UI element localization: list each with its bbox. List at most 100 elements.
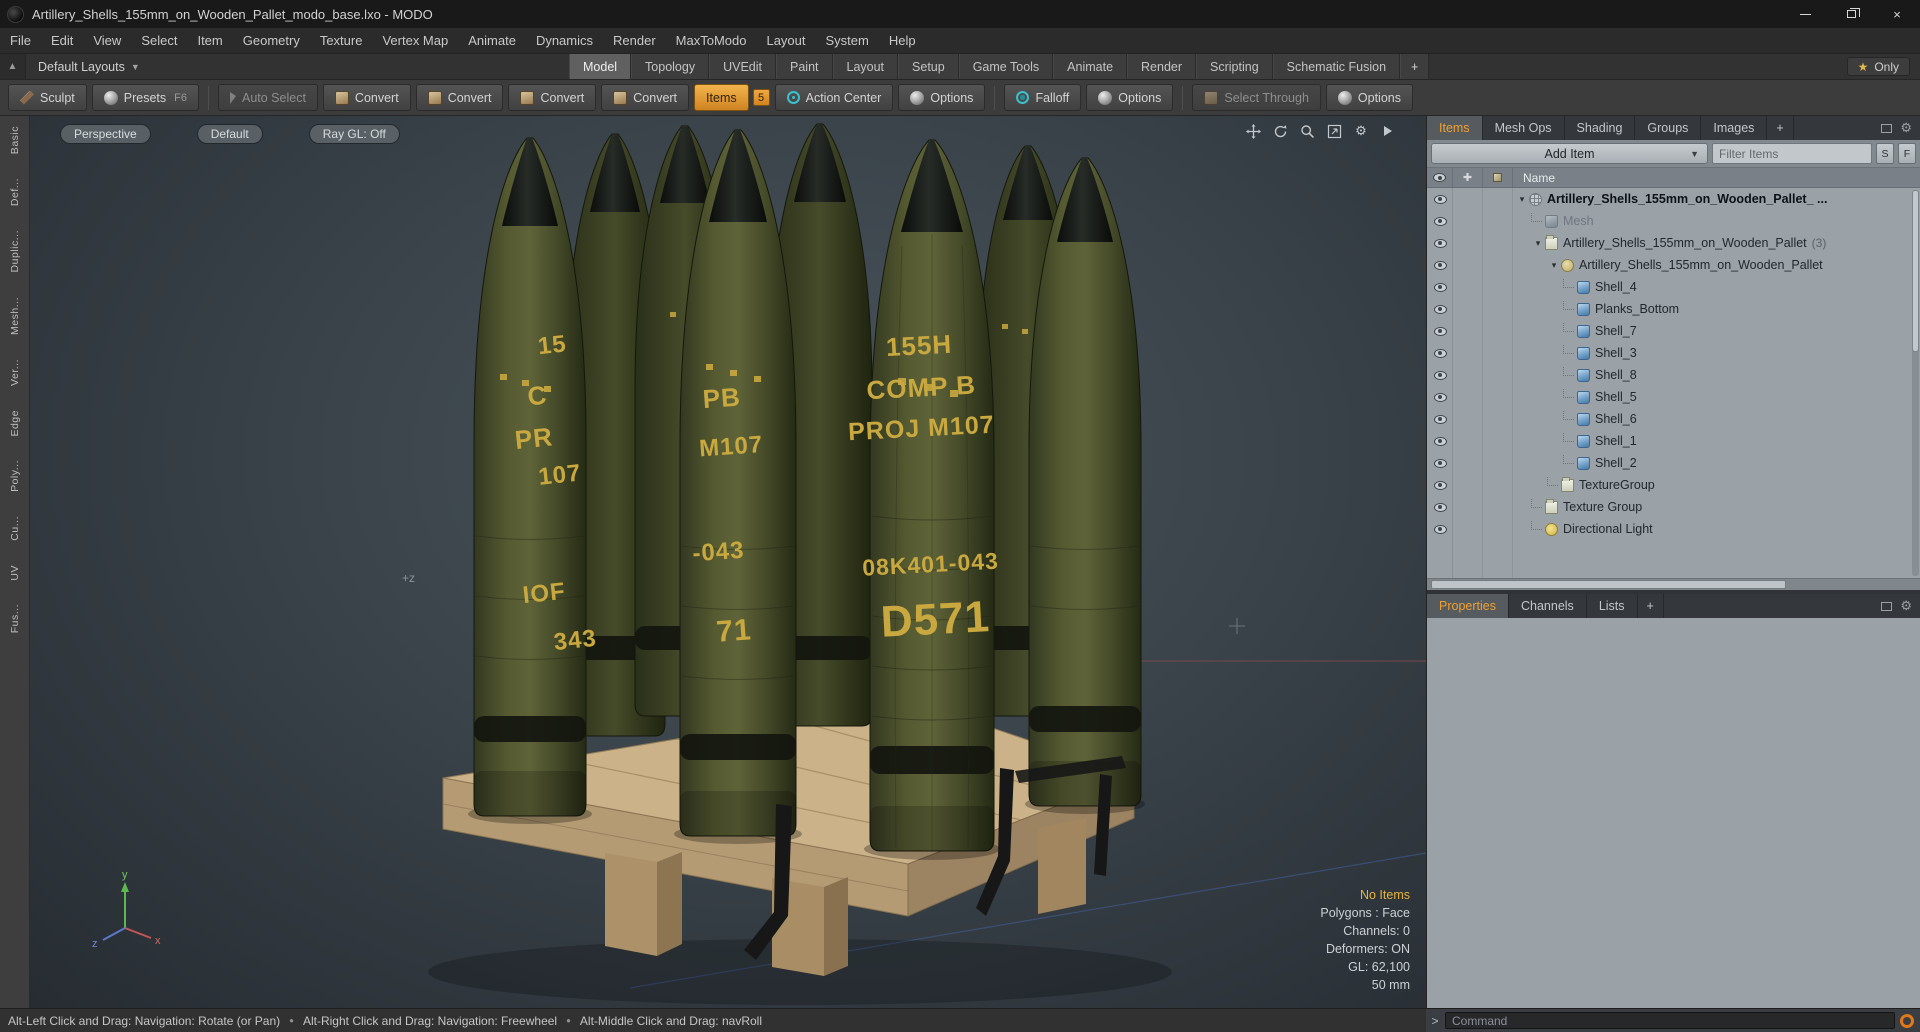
frame-icon[interactable]: [1881, 601, 1893, 611]
action-center-button[interactable]: Action Center: [774, 84, 894, 111]
visibility-eye-icon[interactable]: [1427, 496, 1453, 518]
add-layout-tab-button[interactable]: +: [1400, 54, 1430, 79]
side-tab-duplicate[interactable]: Duplic...: [9, 230, 21, 272]
tab-model[interactable]: Model: [569, 54, 632, 79]
expander-icon[interactable]: ▾: [1531, 238, 1545, 249]
scrollbar-thumb[interactable]: [1912, 190, 1919, 353]
restore-button[interactable]: [1828, 0, 1874, 28]
tab-setup[interactable]: Setup: [898, 54, 959, 79]
tree-row[interactable]: Shell_4: [1427, 276, 1920, 298]
menu-render[interactable]: Render: [603, 33, 666, 48]
visibility-eye-icon[interactable]: [1427, 188, 1453, 210]
menu-select[interactable]: Select: [131, 33, 187, 48]
tab-paint[interactable]: Paint: [776, 54, 833, 79]
visibility-eye-icon[interactable]: [1427, 386, 1453, 408]
name-column-header[interactable]: Name: [1523, 171, 1555, 185]
side-tab-curve[interactable]: Cu...: [9, 516, 21, 541]
tab-render[interactable]: Render: [1127, 54, 1197, 79]
expander-icon[interactable]: ▾: [1547, 260, 1561, 271]
tree-row[interactable]: Shell_6: [1427, 408, 1920, 430]
side-tab-polygon[interactable]: Poly...: [9, 460, 21, 492]
tab-channels[interactable]: Channels: [1509, 594, 1587, 618]
tab-shading[interactable]: Shading: [1565, 116, 1636, 140]
menu-texture[interactable]: Texture: [310, 33, 373, 48]
gear-icon[interactable]: ⚙: [1353, 123, 1369, 139]
filter-s-button[interactable]: S: [1876, 143, 1894, 164]
visibility-eye-icon[interactable]: [1427, 342, 1453, 364]
maximize-icon[interactable]: [1326, 123, 1342, 139]
command-pie-icon[interactable]: [1900, 1013, 1914, 1028]
tree-row[interactable]: Shell_8: [1427, 364, 1920, 386]
tab-lists[interactable]: Lists: [1587, 594, 1638, 618]
tree-row[interactable]: Shell_3: [1427, 342, 1920, 364]
menu-view[interactable]: View: [83, 33, 131, 48]
scrollbar-thumb[interactable]: [1431, 580, 1786, 589]
visibility-eye-icon[interactable]: [1427, 364, 1453, 386]
visibility-eye-icon[interactable]: [1427, 452, 1453, 474]
visibility-eye-icon[interactable]: [1427, 298, 1453, 320]
auto-select-button[interactable]: Auto Select: [217, 84, 318, 111]
command-input[interactable]: [1445, 1012, 1895, 1029]
tree-row[interactable]: ▾ Artillery_Shells_155mm_on_Wooden_Palle…: [1427, 254, 1920, 276]
tab-mesh-ops[interactable]: Mesh Ops: [1483, 116, 1565, 140]
side-tab-deform[interactable]: Def...: [9, 178, 21, 206]
tab-uvedit[interactable]: UVEdit: [709, 54, 776, 79]
menu-help[interactable]: Help: [879, 33, 926, 48]
tree-row[interactable]: Shell_5: [1427, 386, 1920, 408]
menu-vertex-map[interactable]: Vertex Map: [372, 33, 458, 48]
default-layouts-dropdown[interactable]: Default Layouts ▼: [26, 54, 152, 79]
select-through-button[interactable]: Select Through: [1192, 84, 1321, 111]
tab-schematic-fusion[interactable]: Schematic Fusion: [1272, 54, 1401, 79]
falloff-options-button[interactable]: Options: [1086, 84, 1174, 111]
add-panel-tab-button[interactable]: +: [1638, 594, 1664, 618]
zoom-icon[interactable]: [1299, 123, 1315, 139]
tree-row[interactable]: TextureGroup: [1427, 474, 1920, 496]
tree-row[interactable]: ▾ Artillery_Shells_155mm_on_Wooden_Palle…: [1427, 232, 1920, 254]
view-type-button[interactable]: Perspective: [60, 124, 151, 144]
add-panel-tab-button[interactable]: +: [1767, 116, 1794, 140]
visibility-eye-icon[interactable]: [1427, 254, 1453, 276]
falloff-button[interactable]: Falloff: [1004, 84, 1082, 111]
items-mode-button[interactable]: Items: [694, 84, 749, 111]
side-tab-vertex[interactable]: Ver...: [9, 359, 21, 386]
action-center-options-button[interactable]: Options: [898, 84, 986, 111]
select-through-options-button[interactable]: Options: [1325, 84, 1413, 111]
menu-file[interactable]: File: [0, 33, 41, 48]
pan-icon[interactable]: [1245, 123, 1261, 139]
tab-topology[interactable]: Topology: [631, 54, 710, 79]
tree-row[interactable]: Planks_Bottom: [1427, 298, 1920, 320]
tree-row[interactable]: Shell_7: [1427, 320, 1920, 342]
visibility-eye-icon[interactable]: [1427, 518, 1453, 540]
only-toggle[interactable]: ★ Only: [1846, 57, 1911, 76]
tree-row[interactable]: Shell_1: [1427, 430, 1920, 452]
visibility-eye-icon[interactable]: [1427, 320, 1453, 342]
filter-f-button[interactable]: F: [1898, 143, 1916, 164]
visibility-eye-icon[interactable]: [1427, 210, 1453, 232]
tab-animate[interactable]: Animate: [1053, 54, 1128, 79]
vertical-scrollbar[interactable]: [1912, 190, 1919, 576]
gear-icon[interactable]: ⚙: [1900, 120, 1912, 136]
tab-groups[interactable]: Groups: [1635, 116, 1702, 140]
raygl-button[interactable]: Ray GL: Off: [308, 124, 400, 144]
artillery-shell[interactable]: PB M107 -043 71: [679, 129, 797, 837]
tree-row[interactable]: Directional Light: [1427, 518, 1920, 540]
viewport-3d[interactable]: 15 C PR 107 IOF 343 PB M107 -043 71 155H…: [30, 116, 1426, 1008]
menu-animate[interactable]: Animate: [458, 33, 526, 48]
side-tab-basic[interactable]: Basic: [9, 126, 21, 154]
tree-row[interactable]: ▾ Artillery_Shells_155mm_on_Wooden_Palle…: [1427, 188, 1920, 210]
frame-icon[interactable]: [1881, 123, 1893, 133]
gear-icon[interactable]: ⚙: [1900, 598, 1912, 614]
sculpt-button[interactable]: Sculpt: [8, 84, 87, 111]
rotate-icon[interactable]: [1272, 123, 1288, 139]
tab-game-tools[interactable]: Game Tools: [958, 54, 1054, 79]
tree-row[interactable]: Shell_2: [1427, 452, 1920, 474]
arrow-up-icon[interactable]: ▲: [0, 54, 26, 79]
visibility-eye-icon[interactable]: [1427, 232, 1453, 254]
side-tab-fusion[interactable]: Fus...: [9, 604, 21, 633]
add-item-button[interactable]: Add Item ▼: [1431, 143, 1708, 164]
expander-icon[interactable]: ▾: [1515, 194, 1529, 205]
artillery-shell[interactable]: [1028, 157, 1142, 807]
menu-maxtomodo[interactable]: MaxToModo: [666, 33, 757, 48]
tab-images[interactable]: Images: [1701, 116, 1768, 140]
tab-properties[interactable]: Properties: [1427, 594, 1509, 618]
